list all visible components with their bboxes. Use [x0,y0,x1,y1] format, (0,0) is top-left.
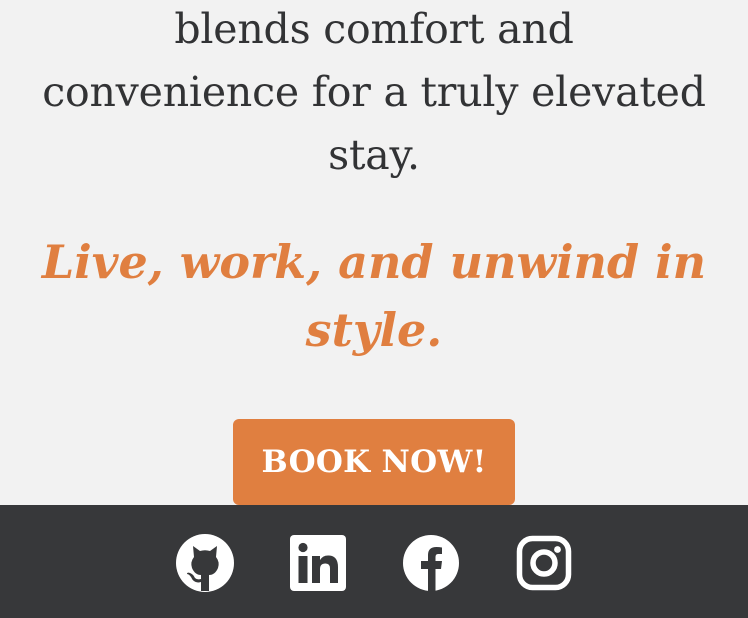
footer [0,505,748,618]
github-icon [176,534,234,592]
instagram-link[interactable] [514,533,574,593]
tagline: Live, work, and unwind in style. [0,228,748,364]
intro-line: convenience for a truly elevated [42,68,706,116]
book-now-button[interactable]: BOOK NOW! [233,419,515,505]
facebook-link[interactable] [401,533,461,593]
intro-line: stay. [328,131,420,179]
linkedin-icon [290,535,346,591]
intro-text: blends comfort and convenience for a tru… [0,0,748,187]
page: blends comfort and convenience for a tru… [0,0,748,618]
intro-line: blends comfort and [174,5,574,53]
github-link[interactable] [175,533,235,593]
tagline-line: Live, work, and unwind in [41,235,707,289]
linkedin-link[interactable] [288,533,348,593]
instagram-icon [516,535,572,591]
tagline-line: style. [305,303,443,357]
facebook-icon [403,535,459,592]
